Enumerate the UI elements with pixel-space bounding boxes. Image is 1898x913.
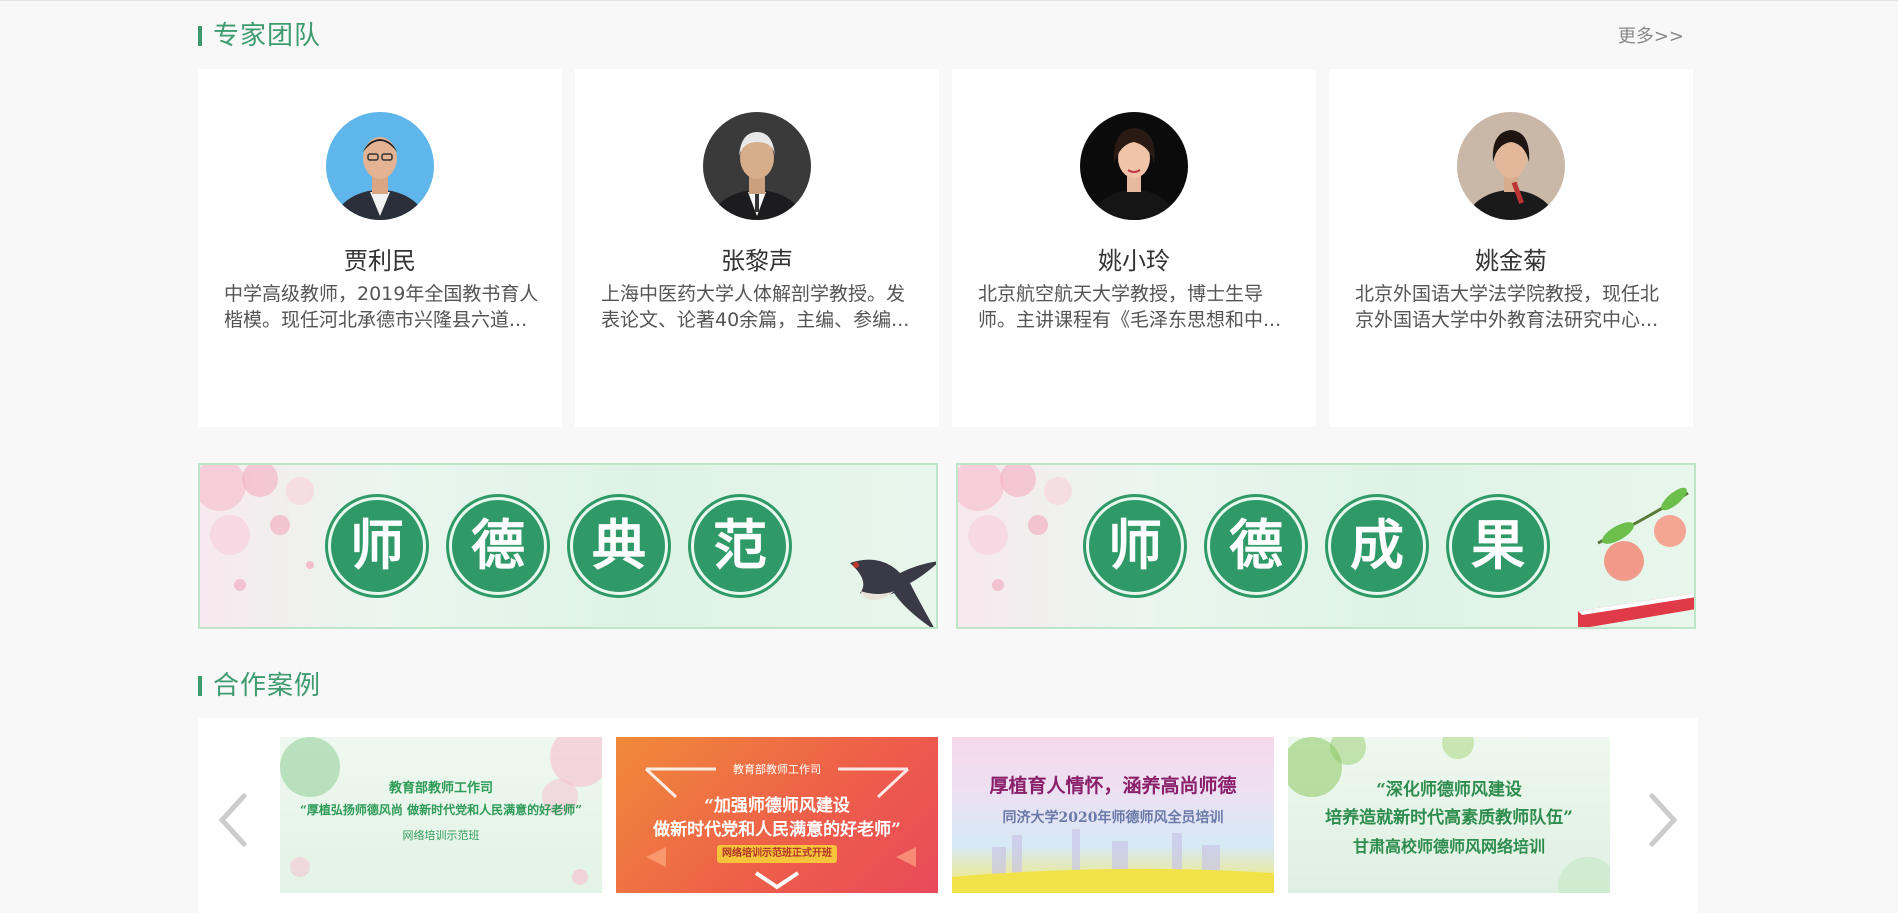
portrait-photo-icon <box>703 112 811 220</box>
banner-char: 成 <box>1328 497 1426 595</box>
banner-title: 师 德 典 范 <box>328 497 808 597</box>
expert-description: 上海中医药大学人体解剖学教授。发表论文、论著40余篇，主编、参编... <box>601 283 910 331</box>
portrait-photo-icon <box>326 112 434 220</box>
case-title-line2: 做新时代党和人民满意的好老师” <box>653 820 901 840</box>
cases-carousel: 教育部教师工作司 “厚植弘扬师德风尚 做新时代党和人民满意的好老师” 网络培训示… <box>198 718 1698 913</box>
peach-book-icon <box>1578 487 1694 627</box>
banner-char: 典 <box>570 497 668 595</box>
more-link[interactable]: 更多>> <box>1618 22 1684 48</box>
expert-description: 北京外国语大学法学院教授，现任北京外国语大学中外教育法研究中心... <box>1355 283 1660 331</box>
expert-description: 北京航空航天大学教授，博士生导师。主讲课程有《毛泽东思想和中... <box>978 283 1282 331</box>
case-subtitle: 网络培训示范班 <box>402 829 480 842</box>
top-divider <box>0 0 1898 1</box>
banner-achievements[interactable]: 师 德 成 果 <box>956 463 1696 629</box>
case-title: “加强师德师风建设 <box>704 796 850 816</box>
banner-char: 师 <box>1086 497 1184 595</box>
expert-avatar <box>1457 112 1565 220</box>
expert-avatar <box>703 112 811 220</box>
case-card[interactable]: 教育部教师工作司 “加强师德师风建设 做新时代党和人民满意的好老师” 网络培训示… <box>616 737 938 893</box>
banner-char: 德 <box>1207 497 1305 595</box>
banner-char: 范 <box>691 497 789 595</box>
cases-section-header: 合作案例 <box>198 668 1698 708</box>
case-card[interactable]: “深化师德师风建设 培养造就新时代高素质教师队伍” 甘肃高校师德师风网络培训 <box>1288 737 1610 893</box>
experts-section-header: 专家团队 更多>> <box>198 18 1698 58</box>
section-accent-bar <box>198 676 202 696</box>
expert-avatar <box>326 112 434 220</box>
expert-card[interactable]: 姚金菊 北京外国语大学法学院教授，现任北京外国语大学中外教育法研究中心... <box>1329 69 1693 427</box>
case-title: “厚植弘扬师德风尚 做新时代党和人民满意的好老师” <box>300 803 582 817</box>
case-issuer: 教育部教师工作司 <box>733 763 821 776</box>
swallow-icon <box>850 559 936 627</box>
banner-title: 师 德 成 果 <box>1086 497 1566 597</box>
case-subtitle: 同济大学2020年师德师风全员培训 <box>1002 810 1224 826</box>
expert-avatar <box>1080 112 1188 220</box>
banner-char: 德 <box>449 497 547 595</box>
banner-char: 师 <box>328 497 426 595</box>
case-title: “深化师德师风建设 <box>1376 780 1522 800</box>
expert-card[interactable]: 贾利民 中学高级教师，2019年全国教书育人楷模。现任河北承德市兴隆县六道... <box>198 69 562 427</box>
expert-card[interactable]: 张黎声 上海中医药大学人体解剖学教授。发表论文、论著40余篇，主编、参编... <box>575 69 939 427</box>
experts-list: 贾利民 中学高级教师，2019年全国教书育人楷模。现任河北承德市兴隆县六道...… <box>198 69 1698 427</box>
case-card[interactable]: 厚植育人情怀，涵养高尚师德 同济大学2020年师德师风全员培训 <box>952 737 1274 893</box>
expert-name: 贾利民 <box>344 247 416 275</box>
case-title: 厚植育人情怀，涵养高尚师德 <box>989 775 1237 797</box>
banner-exemplars[interactable]: 师 德 典 范 <box>198 463 938 629</box>
case-card[interactable]: 教育部教师工作司 “厚植弘扬师德风尚 做新时代党和人民满意的好老师” 网络培训示… <box>280 737 602 893</box>
cases-section-title: 合作案例 <box>213 671 322 701</box>
expert-name: 张黎声 <box>721 247 793 275</box>
expert-name: 姚金菊 <box>1475 247 1547 275</box>
case-badge: 网络培训示范班正式开班 <box>717 845 837 863</box>
expert-card[interactable]: 姚小玲 北京航空航天大学教授，博士生导师。主讲课程有《毛泽东思想和中... <box>952 69 1316 427</box>
portrait-photo-icon <box>1080 112 1188 220</box>
experts-section-title: 专家团队 <box>213 21 322 51</box>
case-issuer: 教育部教师工作司 <box>388 781 493 796</box>
portrait-photo-icon <box>1457 112 1565 220</box>
expert-name: 姚小玲 <box>1098 247 1170 275</box>
case-badge-label: 网络培训示范班正式开班 <box>722 848 832 859</box>
prev-arrow-icon[interactable] <box>212 790 252 850</box>
next-arrow-icon[interactable] <box>1644 790 1684 850</box>
case-subtitle: 甘肃高校师德师风网络培训 <box>1352 837 1545 856</box>
case-title-line2: 培养造就新时代高素质教师队伍” <box>1325 808 1573 828</box>
banner-char: 果 <box>1449 497 1547 595</box>
section-accent-bar <box>198 26 202 46</box>
expert-description: 中学高级教师，2019年全国教书育人楷模。现任河北承德市兴隆县六道... <box>224 283 539 331</box>
